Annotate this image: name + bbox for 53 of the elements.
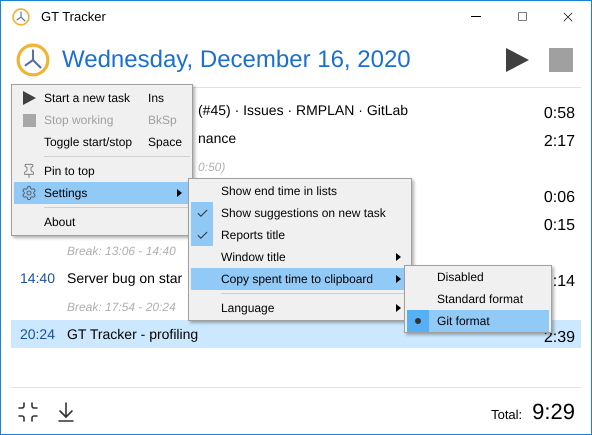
- menu-item[interactable]: Toggle start/stop Space: [14, 131, 190, 153]
- menu-item[interactable]: About: [14, 211, 190, 233]
- minimize-icon: [471, 16, 481, 17]
- settings-icon: [21, 185, 37, 201]
- break-label: 0:50): [198, 160, 226, 174]
- check-icon: [196, 228, 208, 242]
- task-duration: 2:17: [544, 132, 576, 152]
- task-title: GT Tracker - profiling: [67, 326, 198, 342]
- window-title: GT Tracker: [41, 8, 106, 26]
- break-label: Break: 17:54 - 20:24: [67, 300, 176, 314]
- menu-item[interactable]: Show suggestions on new task: [191, 202, 409, 224]
- menu-item[interactable]: Disabled: [407, 266, 549, 288]
- stop-button[interactable]: [549, 48, 573, 72]
- task-title: nance: [198, 130, 236, 146]
- play-icon: [22, 91, 36, 105]
- shortcut-label: BkSp: [148, 112, 177, 129]
- shortcut-label: Ins: [148, 90, 164, 107]
- pin-icon: [21, 163, 37, 179]
- start-button[interactable]: [505, 48, 529, 72]
- submenu-arrow-icon: [177, 189, 182, 197]
- menu-item[interactable]: Settings: [14, 182, 190, 204]
- start-time: 14:40: [20, 270, 55, 286]
- stop-icon: [22, 114, 36, 126]
- submenu-arrow-icon: [396, 253, 401, 261]
- collapse-button[interactable]: [16, 400, 40, 424]
- break-label: Break: 13:06 - 14:40: [67, 244, 176, 258]
- menu-item[interactable]: Language: [191, 297, 409, 319]
- task-duration: 0:15: [544, 216, 576, 236]
- menu-item[interactable]: Standard format: [407, 288, 549, 310]
- menu-item[interactable]: Git format: [407, 310, 549, 332]
- task-duration: 0:06: [544, 188, 576, 208]
- start-time: 20:24: [20, 326, 55, 342]
- task-title: Server bug on star: [67, 270, 182, 286]
- submenu-arrow-icon: [396, 275, 401, 283]
- total-label: Total:: [491, 406, 522, 424]
- shortcut-label: Space: [148, 134, 182, 151]
- menu-item[interactable]: Reports title: [191, 224, 409, 246]
- maximize-icon: [516, 11, 528, 22]
- check-icon: [196, 206, 208, 220]
- task-duration: :14: [552, 272, 576, 292]
- menu-item[interactable]: Start a new task Ins: [14, 87, 190, 109]
- app-icon: [12, 8, 30, 26]
- menu-item[interactable]: Pin to top: [14, 160, 190, 182]
- radio-selected-icon: [407, 310, 429, 332]
- date-title: Wednesday, December 16, 2020: [62, 44, 411, 74]
- task-duration: 0:58: [544, 104, 576, 124]
- task-title: (#45) · Issues · RMPLAN · GitLab: [198, 102, 408, 118]
- menu-item[interactable]: Show end time in lists: [191, 180, 409, 202]
- menu-item[interactable]: Window title: [191, 246, 409, 268]
- play-icon: [505, 48, 529, 72]
- submenu-arrow-icon: [396, 304, 401, 312]
- clock-icon: [16, 42, 50, 76]
- total-time: 9:29: [532, 398, 575, 426]
